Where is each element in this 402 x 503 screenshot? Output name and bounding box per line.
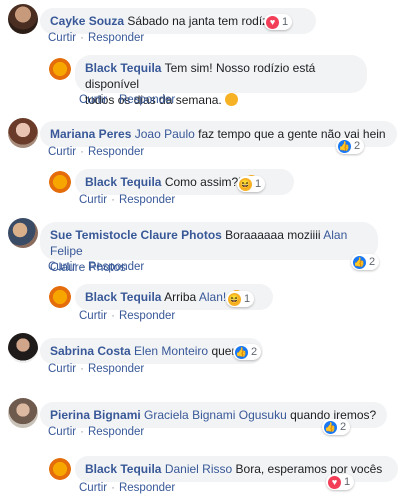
reply-author[interactable]: Black Tequila [85,175,161,189]
comment-actions: Curtir · Responder [48,32,145,44]
love-icon: ♥ [328,475,341,489]
avatar-sabrina[interactable] [8,333,38,363]
tagged-user[interactable]: Elen Monteiro [134,344,208,358]
reply-link[interactable]: Responder [119,482,175,494]
reply-link[interactable]: Responder [119,194,175,206]
reply-text: Bora, esperamos por vocês [235,462,383,476]
reply-link[interactable]: Responder [119,310,175,322]
reply-actions: Curtir · Responder [79,94,176,106]
comment-actions: Curtir · Responder [48,363,145,375]
reaction-count: 1 [282,16,289,28]
reaction-summary[interactable]: ♥ 1 [264,14,293,30]
avatar-black-tequila[interactable] [49,458,71,480]
avatar-black-tequila[interactable] [49,58,71,80]
reply-text: Como assim?! [164,175,242,189]
like-link[interactable]: Curtir [48,261,76,273]
reply-author[interactable]: Black Tequila [85,290,161,304]
avatar-black-tequila[interactable] [49,171,71,193]
haha-icon: 😆 [228,292,241,306]
reply-actions: Curtir · Responder [79,194,176,206]
reply-link[interactable]: Responder [88,363,144,375]
haha-icon: 😆 [239,177,252,191]
comment-text: Boraaaaaa moziiii [225,228,321,242]
like-link[interactable]: Curtir [79,482,107,494]
like-link[interactable]: Curtir [79,194,107,206]
reaction-summary[interactable]: 👍 2 [336,138,365,154]
reaction-summary[interactable]: ♥ 1 [326,474,355,490]
reaction-count: 2 [251,346,258,358]
tagged-user[interactable]: Alan! [199,290,226,304]
reply-link[interactable]: Responder [119,94,175,106]
reaction-count: 2 [340,421,347,433]
reply-actions: Curtir · Responder [79,482,176,494]
avatar-sue[interactable] [8,218,38,248]
tagged-user[interactable]: Daniel Risso [165,462,232,476]
like-link[interactable]: Curtir [48,426,76,438]
reply-author[interactable]: Black Tequila [85,61,161,75]
avatar-pierina[interactable] [8,398,38,428]
reply-link[interactable]: Responder [88,32,144,44]
comment-author[interactable]: Sue Temistocle Claure Photos [50,228,222,242]
like-link[interactable]: Curtir [79,310,107,322]
smile-emoji [225,93,239,106]
like-link[interactable]: Curtir [79,94,107,106]
tagged-user[interactable]: Joao Paulo [135,127,195,141]
avatar-cayke[interactable] [8,4,38,34]
reply-bubble: Black Tequila Tem sim! Nosso rodízio est… [75,55,367,107]
reaction-summary[interactable]: 👍 2 [233,344,262,360]
love-icon: ♥ [266,15,279,29]
reaction-summary[interactable]: 👍 2 [351,254,380,270]
like-icon: 👍 [235,345,248,359]
reaction-summary[interactable]: 👍 2 [322,419,351,435]
reaction-count: 1 [244,293,251,305]
avatar-black-tequila[interactable] [49,286,71,308]
reaction-count: 1 [255,178,262,190]
reaction-count: 2 [354,140,361,152]
like-icon: 👍 [324,420,337,434]
like-link[interactable]: Curtir [48,146,76,158]
reaction-summary[interactable]: 😆 1 [226,291,255,307]
comment-actions: Curtir · Responder [48,146,145,158]
comment-author[interactable]: Cayke Souza [50,14,124,28]
avatar-mariana[interactable] [8,118,38,148]
comment-author[interactable]: Pierina Bignami [50,408,141,422]
reply-author[interactable]: Black Tequila [85,462,161,476]
like-icon: 👍 [338,139,351,153]
comment-bubble: Sue Temistocle Claure Photos Boraaaaaa m… [40,222,378,274]
reply-link[interactable]: Responder [88,426,144,438]
comment-actions: Curtir · Responder [48,426,145,438]
reply-actions: Curtir · Responder [79,310,176,322]
tagged-user[interactable]: Graciela Bignami Ogusuku [144,408,287,422]
comment-bubble: Sabrina Costa Elen Monteiro quero ir [40,338,264,364]
comment-author[interactable]: Sabrina Costa [50,344,131,358]
reaction-summary[interactable]: 😆 1 [237,176,266,192]
reaction-count: 2 [369,256,376,268]
like-icon: 👍 [353,255,366,269]
reply-text: Arriba [164,290,197,304]
comment-author[interactable]: Mariana Peres [50,127,131,141]
comment-actions: Curtir · Responder [48,261,145,273]
reaction-count: 1 [344,476,351,488]
like-link[interactable]: Curtir [48,32,76,44]
reply-link[interactable]: Responder [88,146,144,158]
like-link[interactable]: Curtir [48,363,76,375]
reply-link[interactable]: Responder [88,261,144,273]
